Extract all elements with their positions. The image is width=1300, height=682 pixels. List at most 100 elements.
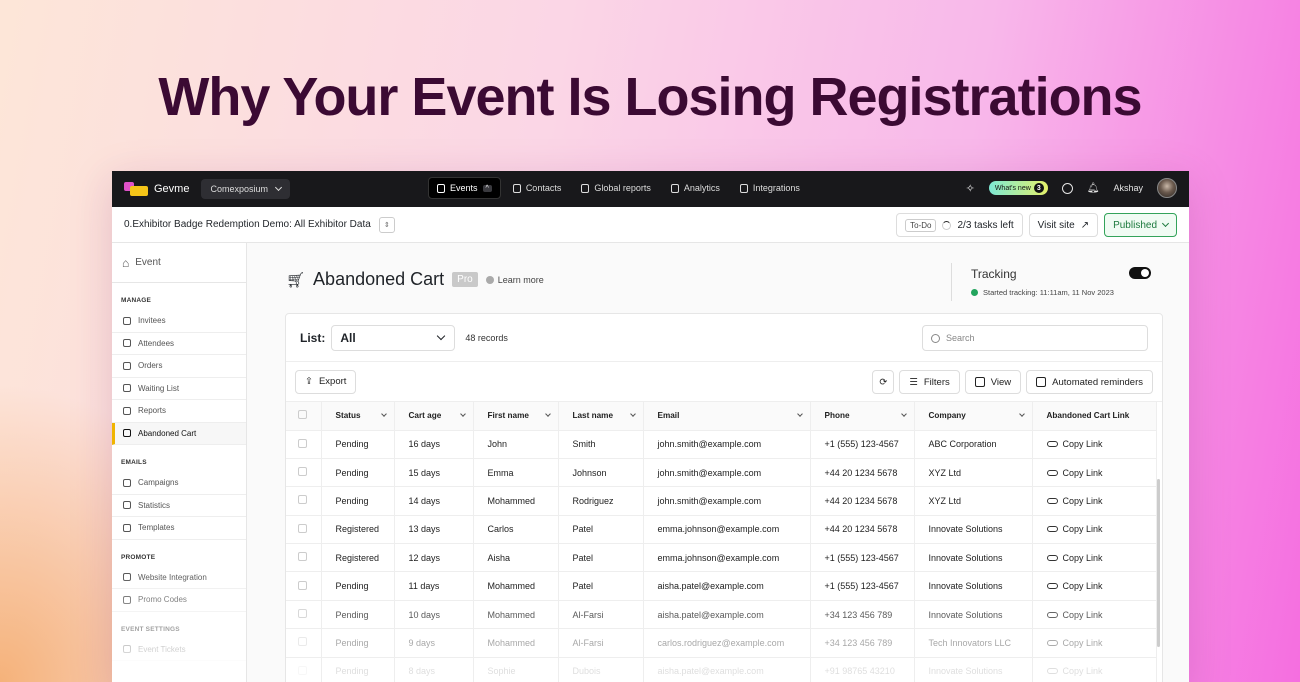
nav-analytics[interactable]: Analytics — [663, 177, 728, 199]
row-checkbox[interactable] — [298, 523, 307, 533]
nav-global-reports[interactable]: Global reports — [573, 177, 659, 199]
sort-chevron-icon[interactable] — [629, 411, 636, 418]
sort-chevron-icon[interactable] — [900, 411, 907, 418]
list-select[interactable]: All — [331, 324, 456, 351]
learn-more-link[interactable]: Learn more — [485, 275, 544, 285]
row-checkbox-cell[interactable] — [286, 486, 322, 516]
todo-button[interactable]: To-Do 2/3 tasks left — [896, 213, 1023, 237]
row-checkbox[interactable] — [298, 637, 307, 647]
nav-integrations[interactable]: Integrations — [732, 177, 808, 199]
row-checkbox-cell[interactable] — [286, 628, 322, 658]
sort-chevron-icon[interactable] — [796, 411, 803, 418]
sidebar-item-reports[interactable]: Reports — [112, 400, 246, 423]
automated-reminders-button[interactable]: Automated reminders — [1026, 370, 1153, 394]
column-header[interactable]: Company — [914, 402, 1033, 431]
copy-link-cell[interactable]: Copy Link — [1032, 628, 1157, 658]
sidebar-item-statistics[interactable]: Statistics — [112, 495, 246, 517]
sidebar-item-attendees[interactable]: Attendees — [112, 333, 246, 355]
copy-link-label[interactable]: Copy Link — [1063, 439, 1103, 449]
copy-link-label[interactable]: Copy Link — [1063, 666, 1103, 676]
column-header[interactable]: Status — [321, 402, 395, 431]
copy-link-cell[interactable]: Copy Link — [1032, 430, 1157, 459]
sidebar-event-link[interactable]: ⌂ Event — [112, 243, 246, 283]
copy-link-label[interactable]: Copy Link — [1063, 553, 1103, 563]
column-header[interactable]: Cart age — [394, 402, 474, 431]
sort-chevron-icon[interactable] — [1018, 411, 1025, 418]
table-row[interactable]: Pending 8 days Sophie Dubois aisha.patel@exa… — [286, 657, 1157, 682]
row-checkbox-cell[interactable] — [286, 600, 322, 630]
row-checkbox[interactable] — [298, 665, 307, 675]
nav-contacts[interactable]: Contacts — [505, 177, 570, 199]
nav-events[interactable]: Events ^ — [428, 177, 501, 199]
row-checkbox-cell[interactable] — [286, 515, 322, 545]
table-row[interactable]: Pending 14 days Mohammed Rodriguez john.smit… — [286, 486, 1157, 516]
avatar[interactable] — [1157, 178, 1177, 198]
sort-chevron-icon[interactable] — [459, 411, 466, 418]
column-header[interactable]: Abandoned Cart Link — [1032, 402, 1157, 431]
sort-chevron-icon[interactable] — [380, 411, 387, 418]
copy-link-label[interactable]: Copy Link — [1063, 468, 1103, 478]
sort-chevron-icon[interactable] — [544, 411, 551, 418]
table-row[interactable]: Registered 13 days Carlos Patel emma.johnson… — [286, 515, 1157, 545]
brand-logo[interactable]: Gevme — [124, 182, 189, 196]
column-header[interactable]: First name — [473, 402, 559, 431]
visit-site-button[interactable]: Visit site ↗ — [1028, 213, 1099, 237]
row-checkbox-cell[interactable] — [286, 458, 322, 488]
row-checkbox-cell[interactable] — [286, 657, 322, 682]
column-header[interactable]: Email — [643, 402, 811, 431]
help-icon[interactable] — [1061, 182, 1073, 194]
table-row[interactable]: Pending 15 days Emma Johnson john.smith@exam… — [286, 458, 1157, 488]
published-dropdown[interactable]: Published — [1104, 213, 1177, 237]
copy-link-label[interactable]: Copy Link — [1063, 524, 1103, 534]
row-checkbox[interactable] — [298, 495, 307, 505]
copy-link-cell[interactable]: Copy Link — [1032, 543, 1157, 573]
column-header[interactable]: Last name — [558, 402, 644, 431]
refresh-button[interactable]: ⟳ — [872, 370, 895, 394]
user-name[interactable]: Akshay — [1113, 183, 1143, 193]
select-all-checkbox[interactable] — [286, 402, 322, 431]
sidebar-item-abandoned-cart[interactable]: Abandoned Cart — [112, 422, 246, 445]
row-checkbox[interactable] — [298, 609, 307, 619]
org-selector[interactable]: Comexposium — [201, 179, 290, 199]
row-checkbox[interactable] — [298, 552, 307, 562]
sidebar-item-website-integration[interactable]: Website Integration — [112, 567, 246, 589]
row-checkbox[interactable] — [298, 580, 307, 590]
whats-new-button[interactable]: What's new 3 — [988, 181, 1048, 195]
copy-link-label[interactable]: Copy Link — [1063, 496, 1103, 506]
copy-link-label[interactable]: Copy Link — [1063, 610, 1103, 620]
sidebar-item-orders[interactable]: Orders — [112, 355, 246, 378]
table-row[interactable]: Pending 9 days Mohammed Al-Farsi carlos.rodr… — [286, 628, 1157, 658]
event-switcher-icon[interactable]: ⇕ — [378, 216, 395, 233]
column-header[interactable]: Phone — [810, 402, 915, 431]
copy-link-cell[interactable]: Copy Link — [1032, 458, 1157, 488]
table-row[interactable]: Pending 10 days Mohammed Al-Farsi aisha.pate… — [286, 600, 1157, 630]
row-checkbox[interactable] — [298, 438, 307, 448]
copy-link-cell[interactable]: Copy Link — [1032, 486, 1157, 516]
sidebar-item-invitees[interactable]: Invitees — [112, 310, 246, 333]
table-row[interactable]: Pending 11 days Mohammed Patel aisha.patel@e… — [286, 571, 1157, 601]
bell-icon[interactable]: 🔔︎ — [1087, 183, 1100, 194]
sidebar-item-event-tickets[interactable]: Event Tickets — [112, 639, 246, 661]
export-button[interactable]: ⇪ Export — [295, 369, 357, 394]
table-scrollbar[interactable] — [1157, 479, 1160, 647]
sidebar-item-campaigns[interactable]: Campaigns — [112, 472, 246, 495]
sidebar-item-promo-codes[interactable]: Promo Codes — [112, 589, 246, 612]
copy-link-cell[interactable]: Copy Link — [1032, 571, 1157, 601]
sparkle-icon[interactable]: ✧ — [966, 182, 975, 195]
row-checkbox-cell[interactable] — [286, 543, 322, 573]
copy-link-label[interactable]: Copy Link — [1063, 638, 1103, 648]
copy-link-cell[interactable]: Copy Link — [1032, 657, 1157, 682]
copy-link-cell[interactable]: Copy Link — [1032, 600, 1157, 630]
view-button[interactable]: View — [964, 370, 1022, 394]
sidebar-item-waiting-list[interactable]: Waiting List — [112, 378, 246, 400]
table-row[interactable]: Pending 16 days John Smith john.smith@exampl… — [286, 430, 1157, 459]
table-row[interactable]: Registered 12 days Aisha Patel emma.johnson@… — [286, 543, 1157, 573]
tracking-toggle[interactable] — [1129, 267, 1151, 279]
row-checkbox-cell[interactable] — [286, 430, 322, 459]
row-checkbox[interactable] — [298, 467, 307, 477]
sidebar-item-templates[interactable]: Templates — [112, 517, 246, 540]
copy-link-cell[interactable]: Copy Link — [1032, 515, 1157, 545]
search-input[interactable]: Search — [922, 325, 1148, 351]
filters-button[interactable]: ☰ Filters — [899, 370, 960, 394]
checkbox[interactable] — [298, 410, 307, 420]
